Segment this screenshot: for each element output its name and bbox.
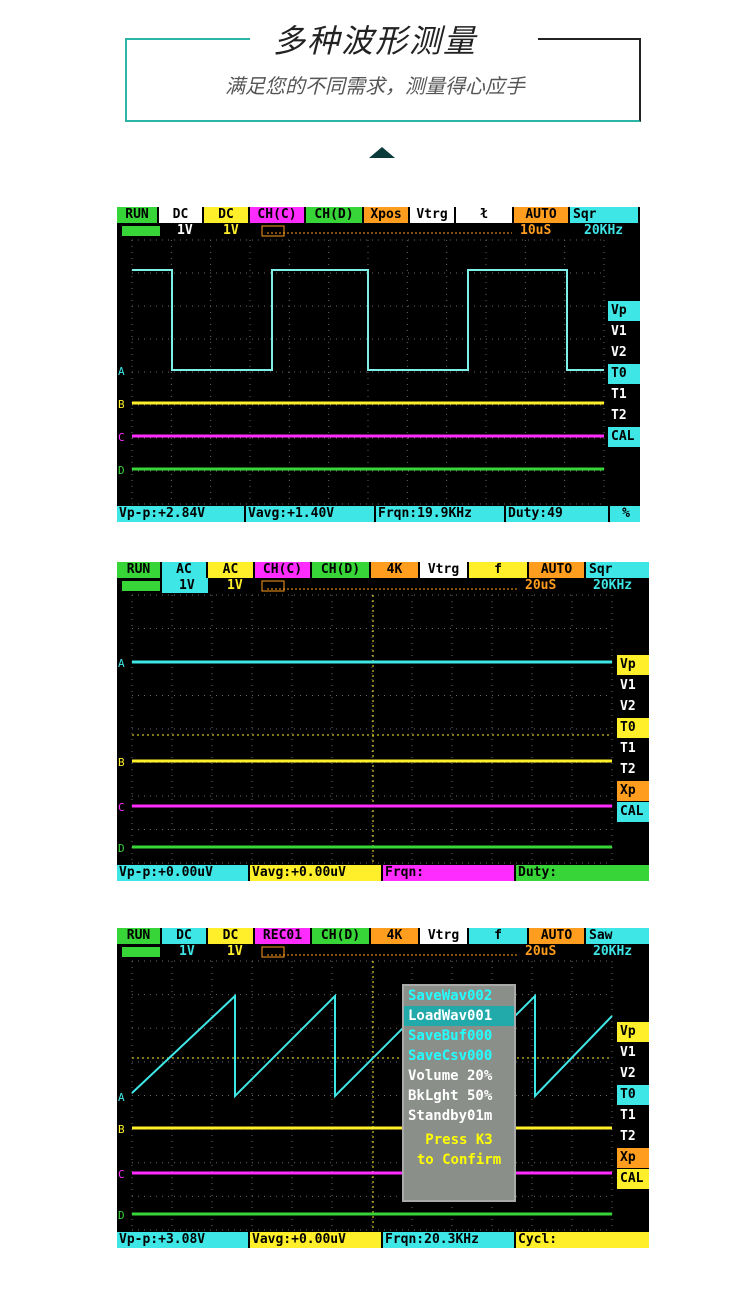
side-item-cal[interactable]: CAL xyxy=(617,802,649,822)
side-item-t1[interactable]: T1 xyxy=(617,1106,649,1126)
side-item-t2[interactable]: T2 xyxy=(617,760,649,780)
waveform-area: A B C D xyxy=(118,225,605,505)
vpp-readout: Vp-p:+2.84V xyxy=(117,506,246,522)
side-item-v1[interactable]: V1 xyxy=(608,322,640,342)
side-item-v2[interactable]: V2 xyxy=(617,1064,649,1084)
side-item-t0[interactable]: T0 xyxy=(617,718,649,738)
side-item-t1[interactable]: T1 xyxy=(617,739,649,759)
side-item-vp[interactable]: Vp xyxy=(617,1022,649,1042)
side-item-vp[interactable]: Vp xyxy=(608,301,640,321)
channel-a-trace xyxy=(132,269,604,371)
svg-text:D: D xyxy=(118,842,125,855)
menu-item-volume[interactable]: Volume 20% xyxy=(404,1066,514,1086)
vavg-readout: Vavg:+1.40V xyxy=(246,506,376,522)
svg-text:B: B xyxy=(118,1123,125,1136)
page-subtitle: 满足您的不同需求，测量得心应手 xyxy=(225,74,525,98)
freq-readout: Frqn:20.3KHz xyxy=(383,1232,516,1248)
save-load-menu: SaveWav002 LoadWav001 SaveBuf000 SaveCsv… xyxy=(402,984,516,1202)
vpp-readout: Vp-p:+0.00uV xyxy=(117,865,250,881)
waveform-area: A B C D xyxy=(118,946,613,1231)
menu-item-save-buf[interactable]: SaveBuf000 xyxy=(404,1026,514,1046)
measurement-bar: Vp-p:+3.08V Vavg:+0.00uV Frqn:20.3KHz Cy… xyxy=(117,1232,649,1248)
side-menu: Vp V1 V2 T0 T1 T2 Xp CAL xyxy=(617,1022,649,1190)
menu-item-standby[interactable]: Standby01m xyxy=(404,1106,514,1126)
measurement-bar: Vp-p:+2.84V Vavg:+1.40V Frqn:19.9KHz Dut… xyxy=(117,506,640,522)
side-item-cal[interactable]: CAL xyxy=(617,1169,649,1189)
side-item-cal[interactable]: CAL xyxy=(608,427,640,447)
svg-text:B: B xyxy=(118,398,125,411)
svg-text:A: A xyxy=(118,657,125,670)
vavg-readout: Vavg:+0.00uV xyxy=(250,865,383,881)
side-item-t0[interactable]: T0 xyxy=(617,1085,649,1105)
freq-readout: Frqn: xyxy=(383,865,516,881)
side-menu: Vp V1 V2 T0 T1 T2 CAL xyxy=(608,301,640,448)
svg-text:A: A xyxy=(118,365,125,378)
measurement-bar: Vp-p:+0.00uV Vavg:+0.00uV Frqn: Duty: xyxy=(117,865,649,881)
duty-readout: Duty: xyxy=(516,865,649,881)
side-item-t2[interactable]: T2 xyxy=(608,406,640,426)
freq-readout: Frqn:19.9KHz xyxy=(376,506,506,522)
svg-text:D: D xyxy=(118,1209,125,1222)
waveform-area: A B C D xyxy=(118,580,613,864)
side-item-t0[interactable]: T0 xyxy=(608,364,640,384)
page-title: 多种波形测量 xyxy=(272,22,477,60)
svg-text:C: C xyxy=(118,431,125,444)
svg-text:D: D xyxy=(118,464,125,477)
vpp-readout: Vp-p:+3.08V xyxy=(117,1232,250,1248)
side-item-xp[interactable]: Xp xyxy=(617,781,649,801)
side-item-v1[interactable]: V1 xyxy=(617,676,649,696)
oscilloscope-screen-3: RUN DC DC REC01 CH(D) 4K Vtrg f AUTO Saw… xyxy=(117,928,649,1248)
duty-unit: % xyxy=(610,506,640,522)
side-item-v2[interactable]: V2 xyxy=(617,697,649,717)
side-item-vp[interactable]: Vp xyxy=(617,655,649,675)
confirm-hint-line1: Press K3 xyxy=(425,1132,493,1148)
menu-item-save-wav[interactable]: SaveWav002 xyxy=(404,986,514,1006)
svg-text:C: C xyxy=(118,801,125,814)
up-arrow-icon xyxy=(369,147,395,158)
svg-text:A: A xyxy=(118,1091,125,1104)
side-item-t1[interactable]: T1 xyxy=(608,385,640,405)
side-item-t2[interactable]: T2 xyxy=(617,1127,649,1147)
menu-item-backlight[interactable]: BkLght 50% xyxy=(404,1086,514,1106)
side-item-v1[interactable]: V1 xyxy=(617,1043,649,1063)
confirm-hint-line2: to Confirm xyxy=(416,1152,502,1168)
duty-readout: Duty:49 xyxy=(506,506,610,522)
side-item-xp[interactable]: Xp xyxy=(617,1148,649,1168)
oscilloscope-screen-2: RUN AC AC CH(C) CH(D) 4K Vtrg f AUTO Sqr… xyxy=(117,562,649,881)
menu-item-save-csv[interactable]: SaveCsv000 xyxy=(404,1046,514,1066)
menu-item-load-wav[interactable]: LoadWav001 xyxy=(404,1006,514,1026)
side-item-v2[interactable]: V2 xyxy=(608,343,640,363)
svg-text:B: B xyxy=(118,756,125,769)
side-menu: Vp V1 V2 T0 T1 T2 Xp CAL xyxy=(617,655,649,823)
vavg-readout: Vavg:+0.00uV xyxy=(250,1232,383,1248)
cycle-readout: Cycl: xyxy=(516,1232,649,1248)
oscilloscope-screen-1: RUN DC DC CH(C) CH(D) Xpos Vtrg ł AUTO S… xyxy=(117,207,640,522)
svg-text:C: C xyxy=(118,1168,125,1181)
